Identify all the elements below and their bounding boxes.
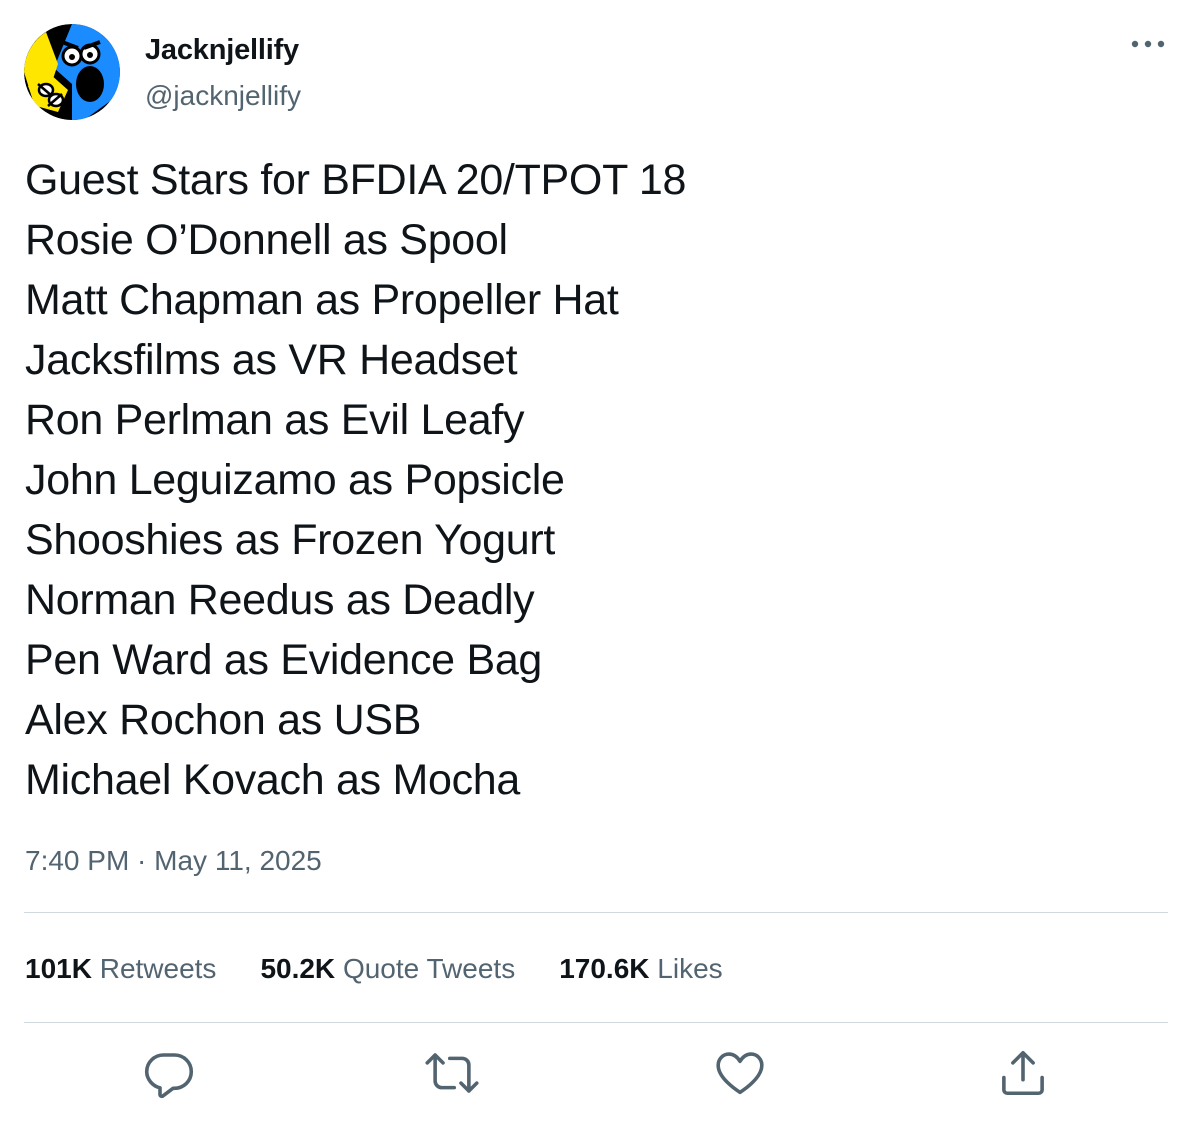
tweet-text-line: Ron Perlman as Evil Leafy (25, 396, 525, 444)
tweet-text-line: Michael Kovach as Mocha (25, 756, 521, 804)
likes-count: 170.6K (559, 953, 650, 984)
retweets-count: 101K (25, 953, 92, 984)
quote-tweets-stat[interactable]: 50.2K Quote Tweets (260, 953, 515, 985)
share-button[interactable] (996, 1046, 1050, 1100)
tweet-text-line: Rosie O’Donnell as Spool (25, 216, 508, 264)
retweets-stat[interactable]: 101K Retweets (25, 953, 216, 985)
retweet-icon (425, 1053, 479, 1093)
tweet-text-line: Alex Rochon as USB (25, 696, 422, 744)
tweet-text: Guest Stars for BFDIA 20/TPOT 18 Rosie O’… (25, 150, 1165, 810)
more-options-icon (1131, 40, 1165, 48)
likes-stat[interactable]: 170.6K Likes (559, 953, 722, 985)
author-display-name[interactable]: Jacknjellify (145, 34, 299, 67)
quote-tweets-label: Quote Tweets (342, 953, 516, 984)
tweet-text-line: Guest Stars for BFDIA 20/TPOT 18 (25, 156, 687, 204)
reply-button[interactable] (142, 1046, 196, 1100)
like-button[interactable] (713, 1046, 767, 1100)
retweet-button[interactable] (425, 1046, 479, 1100)
more-options-button[interactable] (1124, 28, 1172, 60)
tweet-text-line: Pen Ward as Evidence Bag (25, 636, 543, 684)
tweet-text-line: Matt Chapman as Propeller Hat (25, 276, 619, 324)
divider (24, 1022, 1168, 1023)
tweet-text-line: Shooshies as Frozen Yogurt (25, 516, 556, 564)
divider (24, 912, 1168, 913)
share-icon (1002, 1050, 1044, 1096)
quote-tweets-count: 50.2K (260, 953, 336, 984)
tweet-timestamp[interactable]: 7:40 PM · May 11, 2025 (25, 845, 322, 877)
avatar[interactable] (24, 24, 120, 120)
reply-icon (144, 1053, 194, 1099)
bfdi-character-avatar-icon (24, 24, 120, 120)
tweet-text-line: Norman Reedus as Deadly (25, 576, 535, 624)
tweet-text-line: Jacksfilms as VR Headset (25, 336, 518, 384)
like-icon (716, 1052, 764, 1095)
retweets-label: Retweets (99, 953, 217, 984)
author-handle[interactable]: @jacknjellify (145, 80, 301, 112)
tweet-stats: 101K Retweets 50.2K Quote Tweets 170.6K Li… (25, 953, 767, 985)
tweet-text-line: John Leguizamo as Popsicle (25, 456, 565, 504)
likes-label: Likes (657, 953, 723, 984)
